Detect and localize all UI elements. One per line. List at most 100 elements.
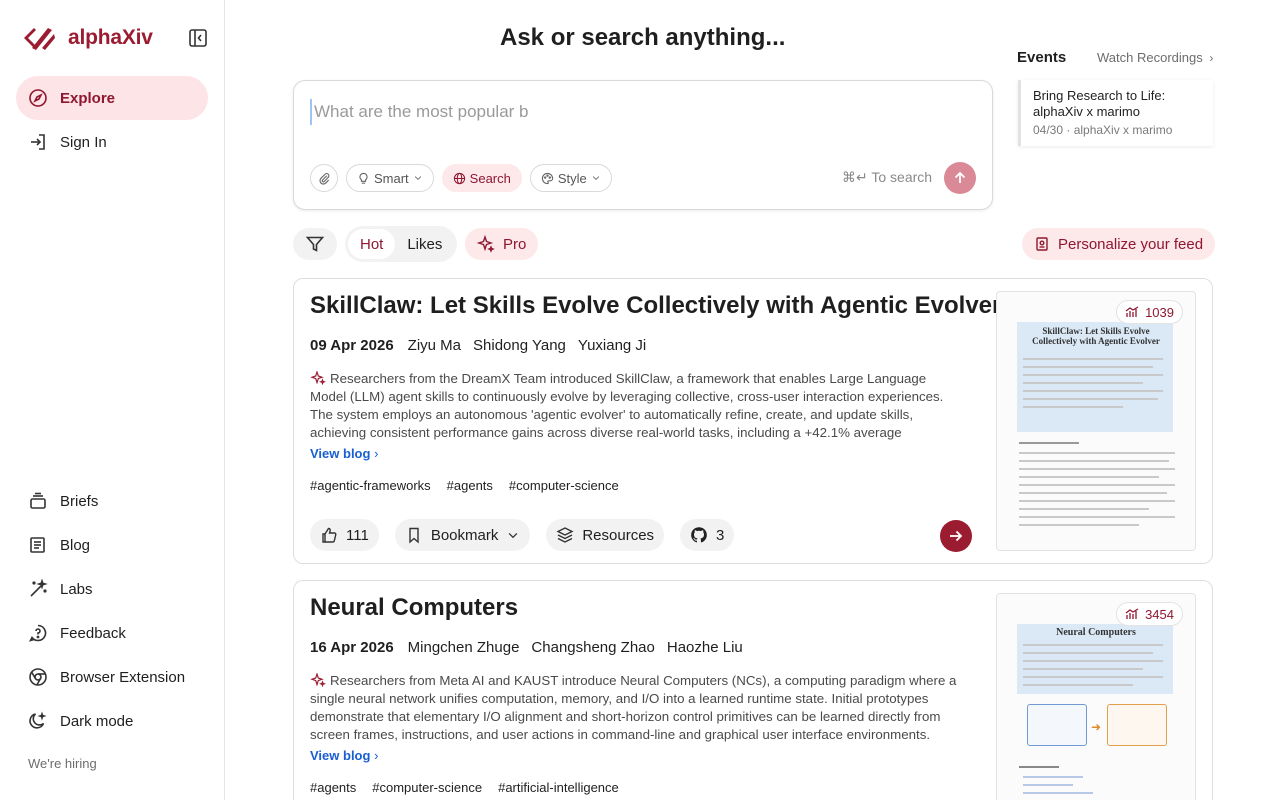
style-dropdown[interactable]: Style [529,164,612,192]
figure-box [1027,704,1087,746]
thumbnail-text-line [1023,406,1123,408]
sidebar-item-briefs[interactable]: Briefs [16,479,208,523]
sidebar-item-label: Browser Extension [60,668,186,686]
filter-button[interactable] [293,228,337,260]
paper-card: Neural Computers 16 Apr 2026 Mingchen Zh… [293,580,1213,800]
tag-list: #agentic-frameworks #agents #computer-sc… [310,478,619,493]
thumbnail-text-line [1019,442,1079,444]
attach-button[interactable] [310,164,338,192]
paper-actions: 111 Bookmark Resources 3 [310,519,735,551]
hiring-link[interactable]: We're hiring [28,756,97,771]
bookmark-label: Bookmark [430,526,499,544]
sidebar-item-dark-mode[interactable]: Dark mode [16,699,208,743]
thumbnail-text-line [1023,382,1143,384]
tab-hot[interactable]: Hot [348,229,396,259]
smart-mode-dropdown[interactable]: Smart [346,164,434,192]
personalize-feed-button[interactable]: Personalize your feed [1022,228,1216,260]
thumbnail-title: SkillClaw: Let Skills Evolve Collectivel… [1032,326,1160,346]
figure-arrow: ➜ [1091,720,1102,734]
thumbnail-text-line [1023,676,1163,678]
paper-meta: 09 Apr 2026 Ziyu Ma Shidong Yang Yuxiang… [310,337,646,354]
paper-author[interactable]: Haozhe Liu [667,639,743,656]
sidebar-item-label: Blog [60,536,91,554]
browser-icon [29,668,47,686]
thumbnail-text-line [1023,668,1143,670]
tag[interactable]: #agents [447,478,493,493]
paper-author[interactable]: Changsheng Zhao [531,639,654,656]
thumbnail-text-line [1019,484,1175,486]
brand[interactable]: alphaXiv [22,24,153,52]
open-paper-button[interactable] [940,520,972,552]
tag[interactable]: #agents [310,780,356,795]
views-badge: 1039 [1116,300,1183,324]
tag[interactable]: #artificial-intelligence [498,780,619,795]
tag[interactable]: #agentic-frameworks [310,478,431,493]
arrow-up-icon [954,171,966,183]
github-count: 3 [716,526,725,544]
thumbnail-text-line [1023,784,1073,786]
sidebar-item-explore[interactable]: Explore [16,76,208,120]
paper-author[interactable]: Yuxiang Ji [578,337,646,354]
sidebar-item-browser-extension[interactable]: Browser Extension [16,655,208,699]
paper-title[interactable]: Neural Computers [310,594,980,622]
paper-title[interactable]: SkillClaw: Let Skills Evolve Collectivel… [310,292,1001,320]
chevron-right-icon: › [374,446,379,461]
pro-button[interactable]: Pro [465,228,539,260]
thumbnail-text-line [1019,492,1167,494]
thumbnail-text-line [1023,390,1163,392]
tag[interactable]: #computer-science [509,478,619,493]
thumbnail-text-line [1019,500,1175,502]
sort-tabs: Hot Likes [345,226,457,262]
tab-likes[interactable]: Likes [395,229,454,259]
thumbnail-text-line [1019,524,1139,526]
paper-author[interactable]: Shidong Yang [473,337,566,354]
paperclip-icon [318,172,329,185]
sidebar-item-feedback[interactable]: Feedback [16,611,208,655]
sidebar-item-blog[interactable]: Blog [16,523,208,567]
paper-author[interactable]: Ziyu Ma [408,337,461,354]
thumbnail-text-line [1023,644,1163,646]
chevron-right-icon: › [374,748,379,763]
chevron-right-icon: › [1209,51,1214,65]
paper-author[interactable]: Mingchen Zhuge [408,639,520,656]
watch-recordings-link[interactable]: Watch Recordings › [1097,50,1213,65]
paper-thumbnail[interactable]: SkillClaw: Let Skills Evolve Collectivel… [996,291,1196,551]
github-button[interactable]: 3 [680,519,735,551]
main-content: Ask or search anything... Smart Search [225,0,1280,800]
sidebar-item-label: Sign In [60,133,107,151]
paper-meta: 16 Apr 2026 Mingchen Zhuge Changsheng Zh… [310,639,743,656]
pro-label: Pro [503,235,527,253]
paper-thumbnail[interactable]: Neural Computers ➜ 3454 [996,593,1196,800]
lightbulb-icon [359,172,368,184]
submit-search-button[interactable] [944,162,976,194]
paper-card: SkillClaw: Let Skills Evolve Collectivel… [293,278,1213,564]
thumbnail-text-line [1019,476,1159,478]
sidebar: alphaXiv Explore Sign In Briefs Blog Lab… [0,0,225,800]
view-blog-link[interactable]: View blog › [310,446,378,461]
like-button[interactable]: 111 [310,519,379,551]
thumbnail-text-line [1019,468,1175,470]
style-label: Style [557,170,587,186]
thumbnail-text-line [1023,684,1133,686]
views-count: 1039 [1145,304,1174,320]
resources-button[interactable]: Resources [546,519,665,551]
event-card[interactable]: Bring Research to Life: alphaXiv x marim… [1018,80,1213,146]
thumbnail-text-line [1023,652,1153,654]
thumbnail-text-line [1019,508,1149,510]
tag[interactable]: #computer-science [372,780,482,795]
thumbnail-text-line [1023,366,1153,368]
search-shortcut-hint: ⌘↵ To search [842,169,933,185]
search-input[interactable] [310,99,970,125]
view-blog-link[interactable]: View blog › [310,748,378,763]
app-root: alphaXiv Explore Sign In Briefs Blog Lab… [0,0,1280,800]
ai-sparkle-icon [310,371,326,385]
search-box: Smart Search Style ⌘↵ To search [293,80,993,210]
sidebar-item-sign-in[interactable]: Sign In [16,120,208,164]
collapse-sidebar-icon[interactable] [188,28,208,48]
paper-date: 16 Apr 2026 [310,639,394,656]
sidebar-item-labs[interactable]: Labs [16,567,208,611]
search-mode-toggle[interactable]: Search [441,164,522,192]
resources-label: Resources [582,526,655,544]
bookmark-dropdown[interactable]: Bookmark [394,519,531,551]
sign-in-icon [31,134,45,150]
